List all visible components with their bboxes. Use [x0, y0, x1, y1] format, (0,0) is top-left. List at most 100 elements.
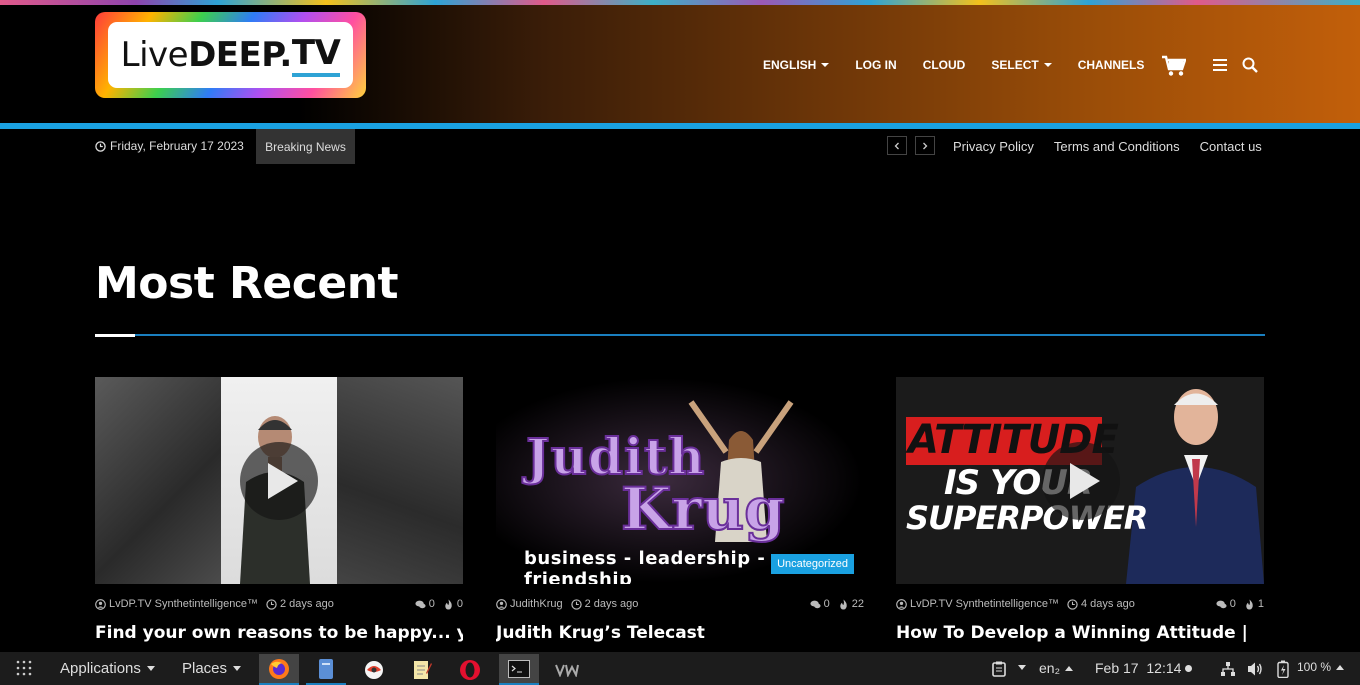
site-logo[interactable]: Live DEEP. TV: [95, 12, 366, 98]
play-button[interactable]: [1042, 442, 1120, 520]
search-icon[interactable]: [1242, 57, 1258, 73]
chevron-down-icon: [233, 666, 242, 671]
clipboard-dropdown[interactable]: [1018, 665, 1026, 670]
clock-datetime[interactable]: Feb 17 12:14: [1095, 660, 1193, 676]
nav-log-in[interactable]: LOG IN: [855, 58, 896, 72]
comments-icon: [415, 600, 426, 608]
nav-select[interactable]: SELECT: [991, 58, 1052, 72]
post-meta: LvDP.TV Synthetintelligence™ 2 days ago …: [95, 598, 463, 610]
post-card: Judith Krug business - leadership - frie…: [496, 377, 864, 643]
post-stats: 0 1: [1216, 598, 1264, 610]
post-thumbnail[interactable]: Judith Krug business - leadership - frie…: [496, 377, 864, 584]
post-card: LvDP.TV Synthetintelligence™ 2 days ago …: [95, 377, 463, 643]
post-title[interactable]: Judith Krug’s Telecast: [496, 623, 864, 643]
firefox-launcher[interactable]: [259, 654, 299, 685]
nav-cloud[interactable]: CLOUD: [923, 58, 966, 72]
user-icon: [896, 598, 907, 610]
post-title[interactable]: Find your own reasons to be happy... you: [95, 623, 463, 643]
chevron-down-icon: [146, 666, 155, 671]
app-launcher[interactable]: [354, 654, 394, 685]
app-launcher[interactable]: [547, 654, 587, 685]
text-editor-icon: [414, 660, 432, 679]
keyboard-layout[interactable]: en₂: [1039, 660, 1074, 676]
post-author[interactable]: JudithKrug: [510, 598, 563, 610]
clock-icon: [1067, 598, 1078, 610]
app-icon: [365, 660, 383, 679]
post-comments: 0: [428, 598, 435, 610]
app-grid-icon[interactable]: [16, 660, 32, 676]
file-manager-icon: [319, 658, 333, 679]
current-date: Friday, February 17 2023: [95, 139, 244, 153]
clock-icon: [95, 140, 106, 152]
clock-icon: [266, 598, 277, 610]
section-title: Most Recent: [95, 258, 399, 309]
opera-launcher[interactable]: [450, 654, 490, 685]
thumb-bg-right: [337, 377, 463, 584]
applications-menu[interactable]: Applications: [60, 660, 155, 677]
link-terms[interactable]: Terms and Conditions: [1054, 139, 1180, 154]
post-author[interactable]: LvDP.TV Synthetintelligence™: [109, 598, 258, 610]
places-menu[interactable]: Places: [182, 660, 242, 677]
thumb-text-krug: Krug: [620, 474, 786, 544]
chevron-up-icon: [1336, 664, 1345, 670]
post-time: 2 days ago: [280, 598, 334, 610]
man-figure: [1126, 389, 1264, 584]
comments-icon: [1216, 600, 1227, 608]
post-stats: 0 22: [810, 598, 864, 610]
section-divider-accent: [95, 334, 135, 337]
firefox-icon: [269, 658, 289, 679]
terminal-launcher[interactable]: [499, 654, 539, 685]
post-meta: JudithKrug 2 days ago 0 22: [496, 598, 864, 610]
fire-icon: [840, 598, 847, 610]
nav-channels[interactable]: CHANNELS: [1078, 58, 1145, 72]
main-nav: ENGLISH LOG IN CLOUD SELECT CHANNELS: [763, 55, 1170, 75]
cart-icon[interactable]: [1162, 55, 1186, 77]
post-thumbnail[interactable]: ATTITUDE IS YOUR SUPERPOWER: [896, 377, 1264, 584]
post-stats: 0 0: [415, 598, 463, 610]
chevron-down-icon: [821, 63, 830, 67]
prev-news-button[interactable]: [887, 136, 907, 155]
post-views: 22: [851, 598, 864, 610]
files-launcher[interactable]: [306, 654, 346, 685]
post-time: 4 days ago: [1081, 598, 1135, 610]
opera-icon: [460, 659, 480, 680]
vm-icon: [555, 664, 579, 677]
category-badge[interactable]: Uncategorized: [771, 554, 854, 574]
post-time: 2 days ago: [584, 598, 639, 610]
battery-icon[interactable]: [1277, 660, 1289, 678]
user-icon: [95, 598, 106, 610]
clipboard-icon[interactable]: [992, 661, 1006, 677]
post-thumbnail[interactable]: [95, 377, 463, 584]
logo-text-tv: TV: [291, 33, 341, 77]
battery-level[interactable]: 100 %: [1297, 660, 1345, 674]
post-comments: 0: [1229, 598, 1236, 610]
site-header: Live DEEP. TV ENGLISH LOG IN CLOUD SELECT …: [0, 5, 1360, 123]
comments-icon: [810, 600, 821, 608]
chevron-right-icon: [923, 142, 928, 149]
date-text: Friday, February 17 2023: [110, 139, 244, 153]
post-title[interactable]: How To Develop a Winning Attitude |: [896, 623, 1264, 643]
menu-icon[interactable]: [1213, 58, 1227, 72]
play-icon: [268, 463, 298, 499]
logo-wordmark: Live DEEP. TV: [108, 22, 353, 88]
fire-icon: [445, 598, 452, 610]
network-icon[interactable]: [1220, 661, 1236, 677]
thumb-bg-left: [95, 377, 221, 584]
next-news-button[interactable]: [915, 136, 935, 155]
header-accent-bar: [0, 123, 1360, 129]
notification-dot: [1185, 664, 1193, 672]
volume-icon[interactable]: [1247, 661, 1263, 677]
fire-icon: [1246, 598, 1253, 610]
terminal-icon: [508, 659, 530, 678]
nav-english[interactable]: ENGLISH: [763, 58, 830, 72]
post-author[interactable]: LvDP.TV Synthetintelligence™: [910, 598, 1059, 610]
clock-icon: [570, 598, 582, 610]
text-editor-launcher[interactable]: [402, 654, 442, 685]
chevron-down-icon: [1018, 665, 1026, 670]
logo-text-live: Live: [120, 35, 189, 75]
play-button[interactable]: [240, 442, 318, 520]
chevron-down-icon: [1043, 63, 1052, 67]
post-meta: LvDP.TV Synthetintelligence™ 4 days ago …: [896, 598, 1264, 610]
link-contact[interactable]: Contact us: [1200, 139, 1262, 154]
link-privacy-policy[interactable]: Privacy Policy: [953, 139, 1034, 154]
